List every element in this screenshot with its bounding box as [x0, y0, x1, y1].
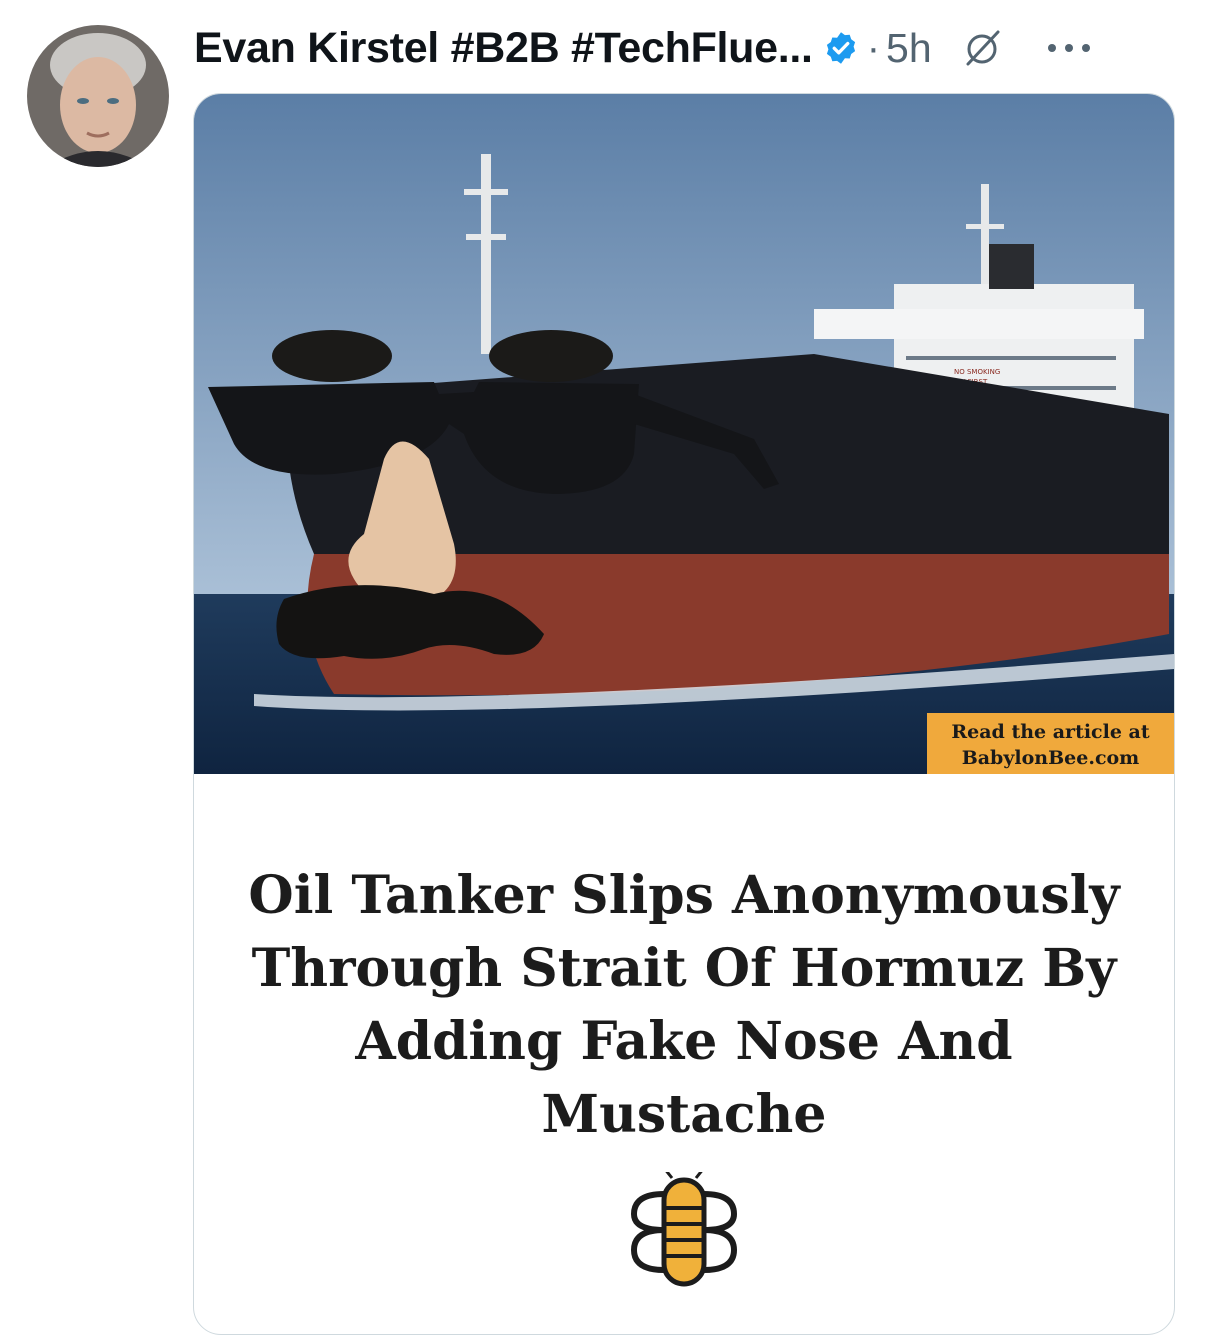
post-timestamp[interactable]: 5h [886, 25, 932, 72]
more-options-icon[interactable] [1044, 38, 1094, 58]
author-avatar[interactable] [27, 25, 169, 167]
babylon-bee-logo-icon [630, 1172, 738, 1287]
badge-line-2: BabylonBee.com [961, 747, 1140, 769]
post-header: Evan Kirstel #B2B #TechFlue... · 5h [194, 20, 1094, 76]
meta-separator: · [866, 25, 881, 70]
headline-line: Adding Fake Nose And [355, 1011, 1013, 1072]
read-article-badge[interactable]: Read the article at BabylonBee.com [927, 713, 1174, 774]
article-image[interactable]: NO SMOKING SAFETY FIRST [194, 94, 1174, 774]
grok-icon[interactable] [962, 28, 1002, 68]
headline-line: Oil Tanker Slips Anonymously [248, 865, 1120, 926]
ship-sign-no-smoking: NO SMOKING [954, 368, 1000, 376]
link-preview-card[interactable]: NO SMOKING SAFETY FIRST Read the article… [193, 93, 1175, 1335]
verified-badge-icon [826, 32, 855, 64]
article-headline[interactable]: Oil Tanker Slips Anonymously Through Str… [194, 859, 1174, 1151]
badge-line-1: Read the article at [951, 721, 1150, 743]
headline-line: Through Strait Of Hormuz By [251, 938, 1117, 999]
author-name[interactable]: Evan Kirstel #B2B #TechFlue... [194, 24, 813, 73]
headline-line: Mustache [541, 1084, 827, 1145]
